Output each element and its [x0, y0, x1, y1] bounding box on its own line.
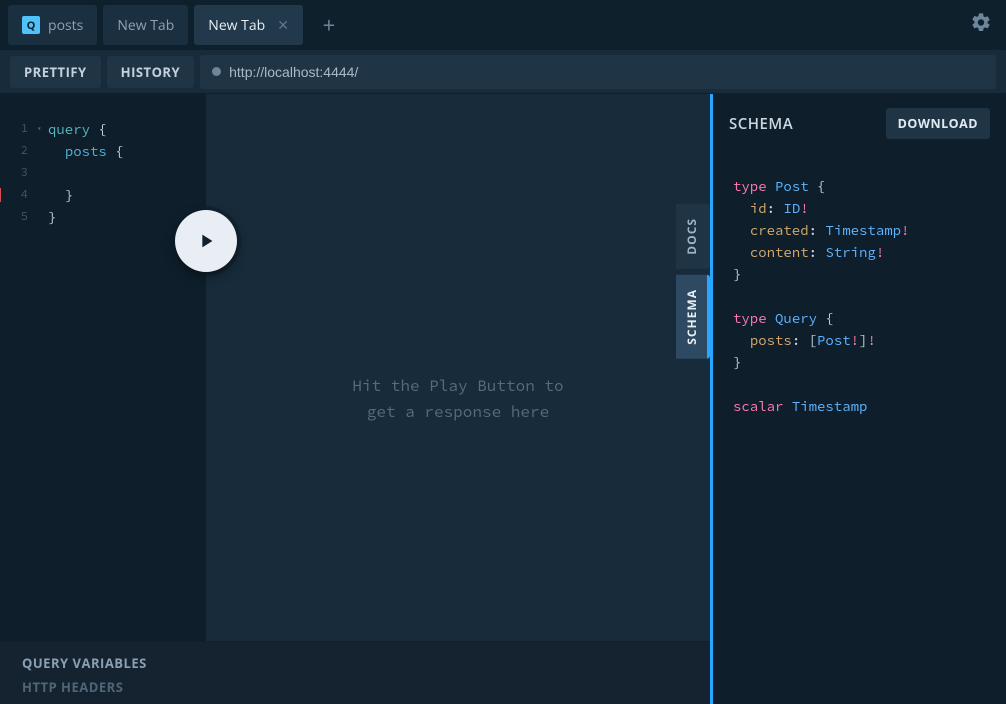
close-icon[interactable]: ✕ — [277, 16, 289, 35]
variables-drawer[interactable]: QUERY VARIABLES HTTP HEADERS — [0, 641, 710, 704]
tab-2[interactable]: New Tab ✕ — [194, 5, 303, 45]
tab-label: New Tab — [117, 16, 174, 35]
line-number: 1 — [0, 118, 34, 140]
line-number: 2 — [0, 140, 34, 162]
settings-button[interactable] — [970, 12, 992, 39]
docs-tab[interactable]: DOCS — [676, 204, 710, 269]
gear-icon — [970, 12, 992, 34]
connection-status-icon — [212, 67, 221, 76]
tab-bar: Qposts New Tab New Tab ✕ + — [0, 0, 1006, 50]
line-number: 4 — [0, 184, 34, 206]
line-number: 3 — [0, 162, 34, 184]
query-editor[interactable]: 12345 query { posts { }} — [0, 94, 206, 704]
code-line[interactable]: } — [48, 184, 124, 206]
schema-panel-title: SCHEMA — [729, 114, 793, 134]
execute-button[interactable] — [175, 210, 237, 272]
code-line[interactable]: query { — [48, 118, 124, 140]
tab-label: New Tab — [208, 16, 265, 35]
url-bar[interactable] — [200, 55, 996, 89]
tab-label: posts — [48, 16, 83, 35]
endpoint-input[interactable] — [229, 64, 984, 80]
code-line[interactable]: } — [48, 206, 124, 228]
schema-tab[interactable]: SCHEMA — [676, 275, 710, 359]
response-placeholder: Hit the Play Button to get a response he… — [352, 373, 563, 425]
line-number: 5 — [0, 206, 34, 228]
schema-sdl[interactable]: type Post { id: ID! created: Timestamp! … — [713, 153, 1006, 439]
history-button[interactable]: HISTORY — [107, 56, 194, 88]
schema-panel: SCHEMA DOWNLOAD type Post { id: ID! crea… — [710, 94, 1006, 704]
tab-0[interactable]: Qposts — [8, 5, 97, 45]
download-schema-button[interactable]: DOWNLOAD — [886, 108, 990, 139]
toolbar: PRETTIFY HISTORY — [0, 50, 1006, 94]
query-variables-tab[interactable]: QUERY VARIABLES — [22, 654, 688, 672]
main-area: 12345 query { posts { }} Hit the Play Bu… — [0, 94, 1006, 704]
http-headers-tab[interactable]: HTTP HEADERS — [22, 678, 688, 696]
operation-badge: Q — [22, 16, 40, 34]
play-icon — [195, 230, 217, 252]
code-line[interactable] — [48, 162, 124, 184]
tab-1[interactable]: New Tab — [103, 5, 188, 45]
prettify-button[interactable]: PRETTIFY — [10, 56, 101, 88]
code-line[interactable]: posts { — [48, 140, 124, 162]
side-tabs: DOCS SCHEMA — [676, 204, 710, 358]
response-pane: Hit the Play Button to get a response he… — [206, 94, 710, 704]
new-tab-button[interactable]: + — [309, 5, 349, 45]
